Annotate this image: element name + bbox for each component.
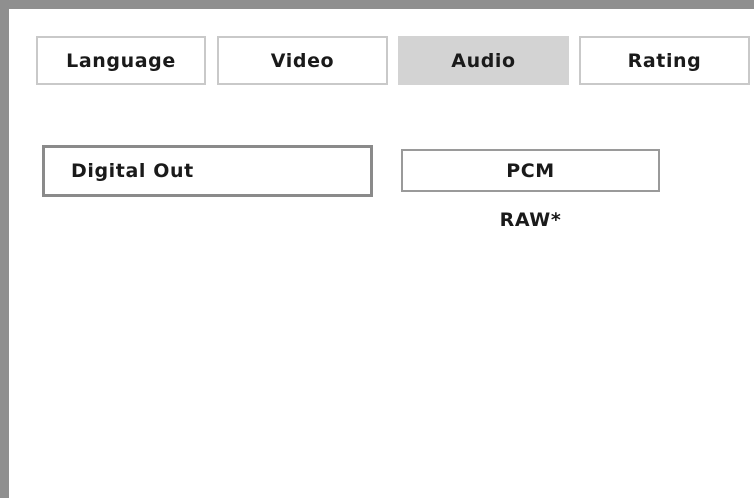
setting-digital-out[interactable]: Digital Out xyxy=(42,145,373,197)
tab-rating[interactable]: Rating xyxy=(579,36,750,85)
tab-audio[interactable]: Audio xyxy=(398,36,569,85)
settings-screen: Language Video Audio Rating Digital Out … xyxy=(0,0,754,498)
option-pcm[interactable]: PCM xyxy=(401,149,660,192)
tab-language[interactable]: Language xyxy=(36,36,206,85)
option-raw[interactable]: RAW* xyxy=(401,200,660,240)
tab-video[interactable]: Video xyxy=(217,36,388,85)
